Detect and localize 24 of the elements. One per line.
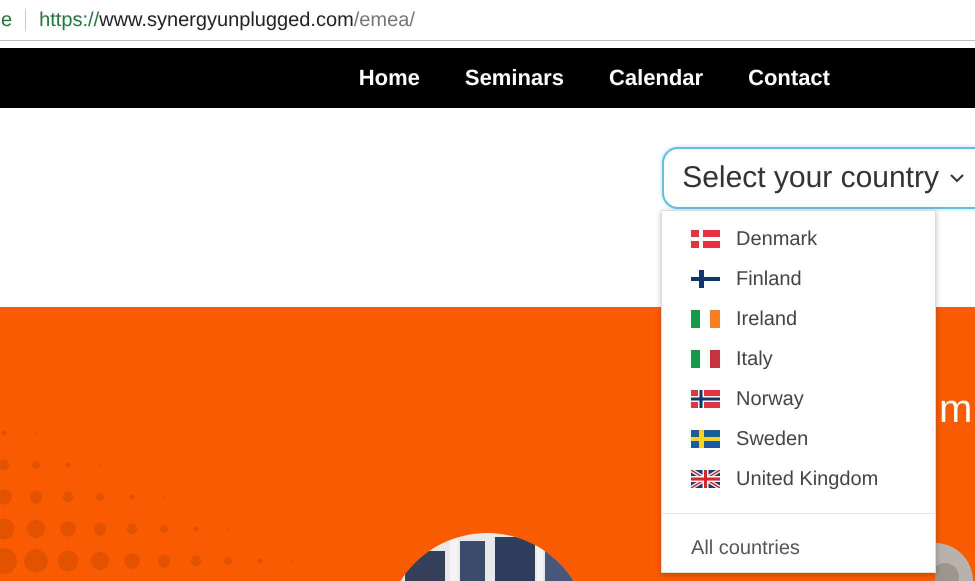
hero-heading: m	[939, 389, 972, 429]
country-option[interactable]: Ireland	[662, 299, 935, 339]
country-option[interactable]: Italy	[662, 339, 935, 379]
nav-link[interactable]: Seminars	[464, 65, 564, 91]
nav-link[interactable]: Home	[358, 65, 420, 91]
danish-flag-icon	[691, 230, 720, 248]
security-label: e	[1, 8, 12, 32]
country-option[interactable]: Denmark	[662, 219, 935, 259]
country-option[interactable]: United Kingdom	[662, 459, 935, 499]
country-option[interactable]: Sweden	[662, 419, 935, 459]
country-dropdown[interactable]: Select your country	[662, 147, 975, 209]
norwegian-flag-icon	[691, 390, 720, 408]
italian-flag-icon	[691, 350, 720, 368]
nav-link[interactable]: Calendar	[608, 65, 704, 91]
british-flag-icon	[691, 470, 720, 488]
finnish-flag-icon	[691, 270, 720, 288]
nav-link[interactable]: Contact	[748, 65, 830, 91]
chevron-down-icon	[949, 173, 965, 183]
country-option[interactable]: Finland	[662, 259, 935, 299]
irish-flag-icon	[691, 310, 720, 328]
country-option[interactable]: Norway	[662, 379, 935, 419]
url-text[interactable]: https://www.synergyunplugged.com/emea/	[39, 8, 415, 32]
all-countries-option[interactable]: All countries	[662, 528, 800, 568]
swedish-flag-icon	[691, 430, 720, 448]
